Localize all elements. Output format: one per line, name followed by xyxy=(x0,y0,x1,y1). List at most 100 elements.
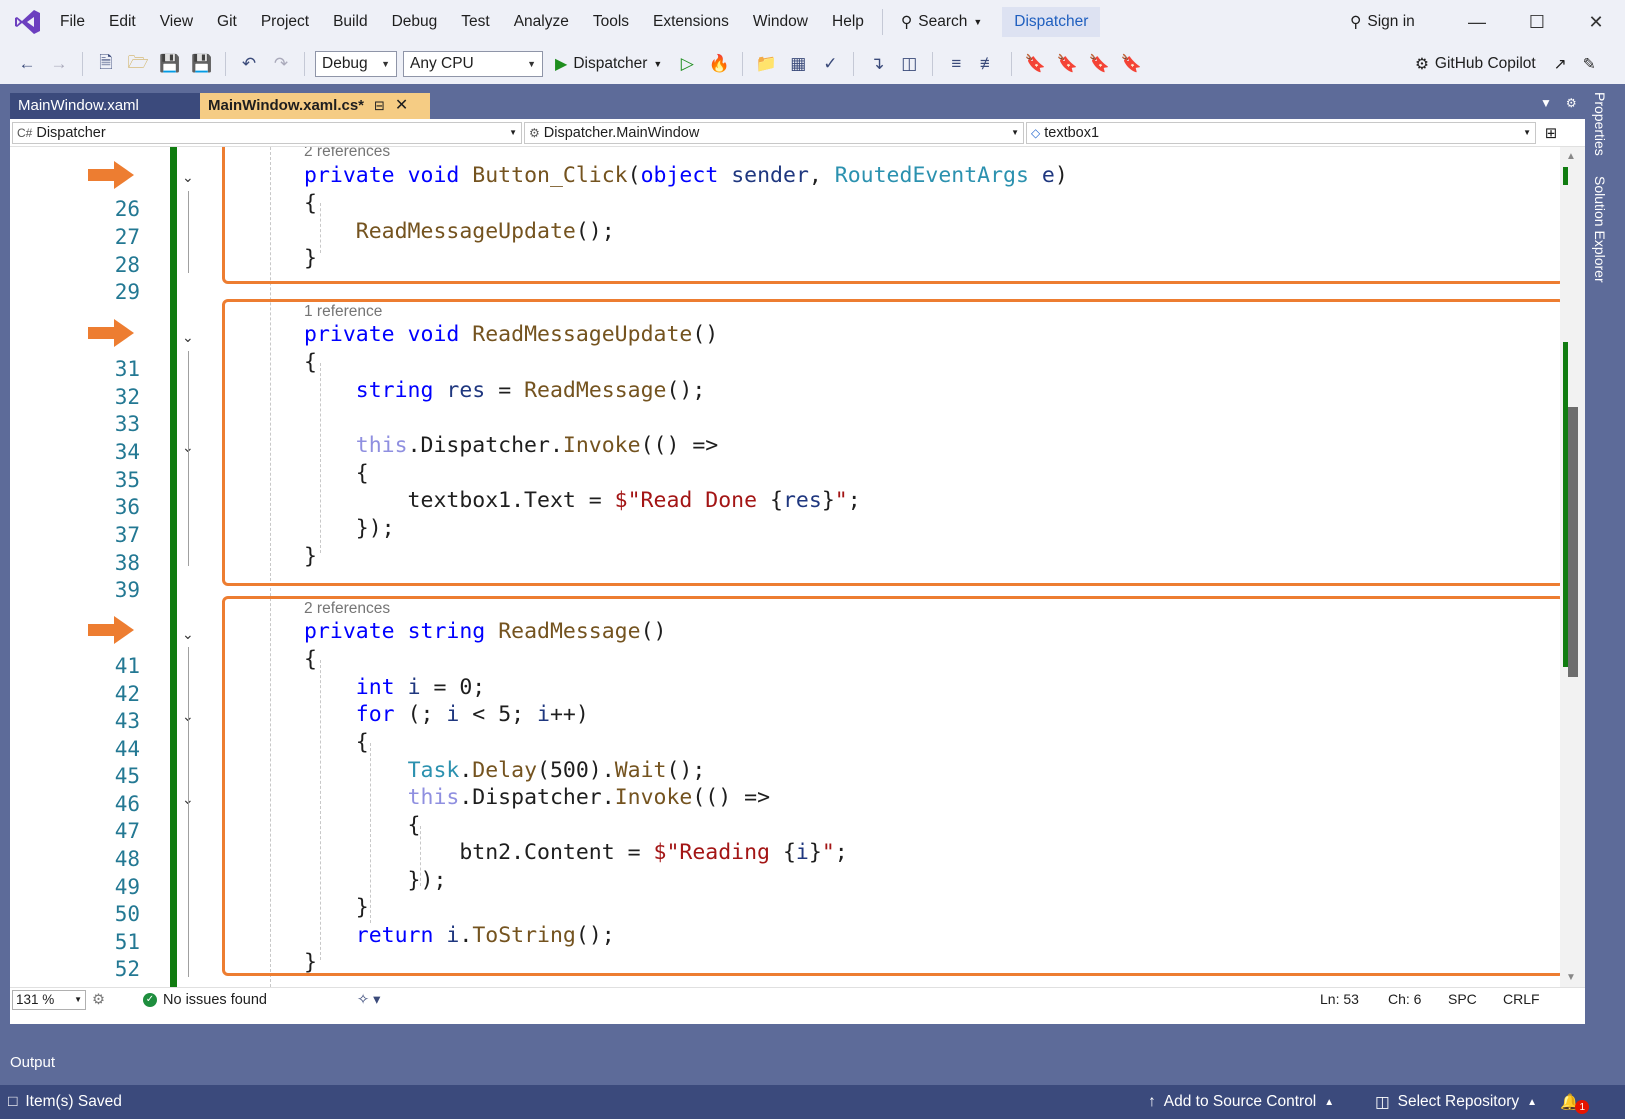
tab-mainwindow-xaml[interactable]: MainWindow.xaml xyxy=(10,93,200,119)
layout-icon[interactable]: ▦ xyxy=(785,51,811,77)
notifications-button[interactable]: 🔔 1 xyxy=(1560,1090,1590,1114)
platform-dropdown[interactable]: Any CPU ▼ xyxy=(403,51,543,77)
solution-name-badge[interactable]: Dispatcher xyxy=(1002,7,1101,37)
tab-list-dropdown-icon[interactable]: ▼ xyxy=(1540,96,1552,110)
menu-view[interactable]: View xyxy=(148,0,205,44)
scroll-up-icon[interactable]: ▲ xyxy=(1566,151,1576,162)
copilot-status-icon[interactable]: ⚙ xyxy=(92,992,105,1008)
sign-in-button[interactable]: ⚲ Sign in xyxy=(1350,0,1415,44)
pin-icon[interactable]: ⊟ xyxy=(374,93,385,119)
menu-debug[interactable]: Debug xyxy=(380,0,450,44)
properties-panel-tab[interactable]: Properties xyxy=(1592,92,1608,156)
save-all-icon[interactable]: 💾 xyxy=(189,51,215,77)
line-number: 45 xyxy=(114,764,140,788)
menu-window[interactable]: Window xyxy=(741,0,820,44)
whitespace-indicator[interactable]: SPC xyxy=(1448,991,1477,1007)
step-icon[interactable]: ↴ xyxy=(864,51,890,77)
settings-gear-icon[interactable]: ⚙ xyxy=(1566,96,1577,110)
menu-git[interactable]: Git xyxy=(205,0,249,44)
tab-controls: ▼ ⚙ xyxy=(1540,96,1577,110)
collapse-chevron-icon[interactable]: ⌄ xyxy=(182,329,194,346)
collapse-chevron-icon[interactable]: ⌄ xyxy=(182,169,194,186)
minimize-button[interactable]: — xyxy=(1448,0,1506,44)
copilot-icon: ⚙ xyxy=(1415,55,1429,73)
share-icon[interactable]: ↗ xyxy=(1554,55,1567,74)
menu-edit[interactable]: Edit xyxy=(97,0,148,44)
project-value: Dispatcher xyxy=(36,124,106,141)
save-icon[interactable]: 💾 xyxy=(157,51,183,77)
comment-icon[interactable]: ≡ xyxy=(943,51,969,77)
toolbar-separator xyxy=(932,52,934,76)
menu-file[interactable]: File xyxy=(48,0,97,44)
collapse-chevron-icon[interactable]: ⌄ xyxy=(182,626,194,643)
solution-explorer-tab[interactable]: Solution Explorer xyxy=(1592,176,1608,283)
uncomment-icon[interactable]: ≢ xyxy=(975,51,1001,77)
bookmark-icon[interactable]: 🔖 xyxy=(1022,51,1048,77)
line-number: 52 xyxy=(114,957,140,981)
next-bookmark-icon[interactable]: 🔖 xyxy=(1086,51,1112,77)
scrollbar-thumb[interactable] xyxy=(1568,407,1578,677)
split-editor-icon[interactable]: ⊞ xyxy=(1540,122,1562,144)
type-dropdown[interactable]: ⚙ Dispatcher.MainWindow ▼ xyxy=(524,121,1024,144)
configuration-dropdown[interactable]: Debug ▼ xyxy=(315,51,397,77)
column-indicator[interactable]: Ch: 6 xyxy=(1388,991,1421,1007)
compare-icon[interactable]: ◫ xyxy=(896,51,922,77)
menu-help[interactable]: Help xyxy=(820,0,876,44)
menu-tools[interactable]: Tools xyxy=(581,0,641,44)
menu-build[interactable]: Build xyxy=(321,0,379,44)
menu-analyze[interactable]: Analyze xyxy=(502,0,581,44)
zoom-dropdown[interactable]: 131 % ▼ xyxy=(12,989,86,1010)
line-indicator[interactable]: Ln: 53 xyxy=(1320,991,1359,1007)
scroll-down-icon[interactable]: ▼ xyxy=(1566,972,1576,983)
code-editor: C# Dispatcher ▼ ⚙ Dispatcher.MainWindow ▼ … xyxy=(10,119,1585,1024)
code-area[interactable]: 26 27 28 29 31 32 33 34 35 36 37 38 39 4… xyxy=(10,147,1560,987)
copilot-label: GitHub Copilot xyxy=(1434,55,1536,72)
search-label: Search xyxy=(918,13,968,30)
add-to-source-control-button[interactable]: ↑ Add to Source Control ▲ xyxy=(1148,1093,1334,1111)
menu-project[interactable]: Project xyxy=(249,0,321,44)
menu-extensions[interactable]: Extensions xyxy=(641,0,741,44)
member-dropdown[interactable]: ◇ textbox1 ▼ xyxy=(1026,121,1536,144)
forward-icon[interactable]: → xyxy=(46,51,72,77)
github-copilot-button[interactable]: ⚙ GitHub Copilot ↗ ✎ xyxy=(1415,44,1596,84)
maximize-button[interactable]: ☐ xyxy=(1508,0,1566,44)
redo-icon[interactable]: ↷ xyxy=(268,51,294,77)
output-panel-title[interactable]: Output xyxy=(10,1054,55,1071)
code-cleanup-icon[interactable]: ✧ ▾ xyxy=(357,992,380,1008)
visual-studio-logo-icon[interactable] xyxy=(8,0,48,44)
line-number: 26 xyxy=(114,197,140,221)
browse-icon[interactable]: 📁 xyxy=(753,51,779,77)
line-number: 36 xyxy=(114,495,140,519)
start-without-debugging-icon[interactable]: ▷ xyxy=(674,51,700,77)
undo-icon[interactable]: ↶ xyxy=(236,51,262,77)
project-dropdown[interactable]: C# Dispatcher ▼ xyxy=(12,121,522,144)
close-tab-icon[interactable]: ✕ xyxy=(395,93,408,119)
line-number: 31 xyxy=(114,357,140,381)
back-icon[interactable]: ← xyxy=(14,51,40,77)
vertical-scrollbar[interactable]: ▲ ▼ xyxy=(1560,147,1585,987)
spell-check-icon[interactable]: ✓ xyxy=(817,51,843,77)
issues-indicator[interactable]: ✓ No issues found xyxy=(143,992,267,1008)
line-ending-indicator[interactable]: CRLF xyxy=(1503,991,1540,1007)
new-project-icon[interactable]: 🗎 xyxy=(93,51,119,77)
start-debugging-button[interactable]: ▶ Dispatcher ▼ xyxy=(549,54,668,74)
previous-bookmark-icon[interactable]: 🔖 xyxy=(1054,51,1080,77)
select-repository-label: Select Repository xyxy=(1397,1093,1520,1110)
line-number: 46 xyxy=(114,792,140,816)
notification-count: 1 xyxy=(1575,1100,1590,1114)
line-number: 47 xyxy=(114,819,140,843)
caret-up-icon: ▲ xyxy=(1527,1096,1538,1108)
hot-reload-icon[interactable]: 🔥 xyxy=(706,51,732,77)
toolbar-separator xyxy=(82,52,83,76)
class-icon: ⚙ xyxy=(529,125,540,140)
highlight-box xyxy=(222,147,1560,284)
clear-bookmarks-icon[interactable]: 🔖 xyxy=(1118,51,1144,77)
open-folder-icon[interactable]: 🗁 xyxy=(125,51,151,77)
tab-mainwindow-xaml-cs[interactable]: MainWindow.xaml.cs* ⊟ ✕ xyxy=(200,93,430,119)
search-button[interactable]: ⚲ Search ▼ xyxy=(889,0,994,44)
close-window-button[interactable]: ✕ xyxy=(1567,0,1625,44)
select-repository-button[interactable]: ◫ Select Repository ▲ xyxy=(1375,1093,1537,1112)
highlight-box xyxy=(222,596,1560,976)
menu-test[interactable]: Test xyxy=(449,0,501,44)
feedback-icon[interactable]: ✎ xyxy=(1583,55,1596,74)
